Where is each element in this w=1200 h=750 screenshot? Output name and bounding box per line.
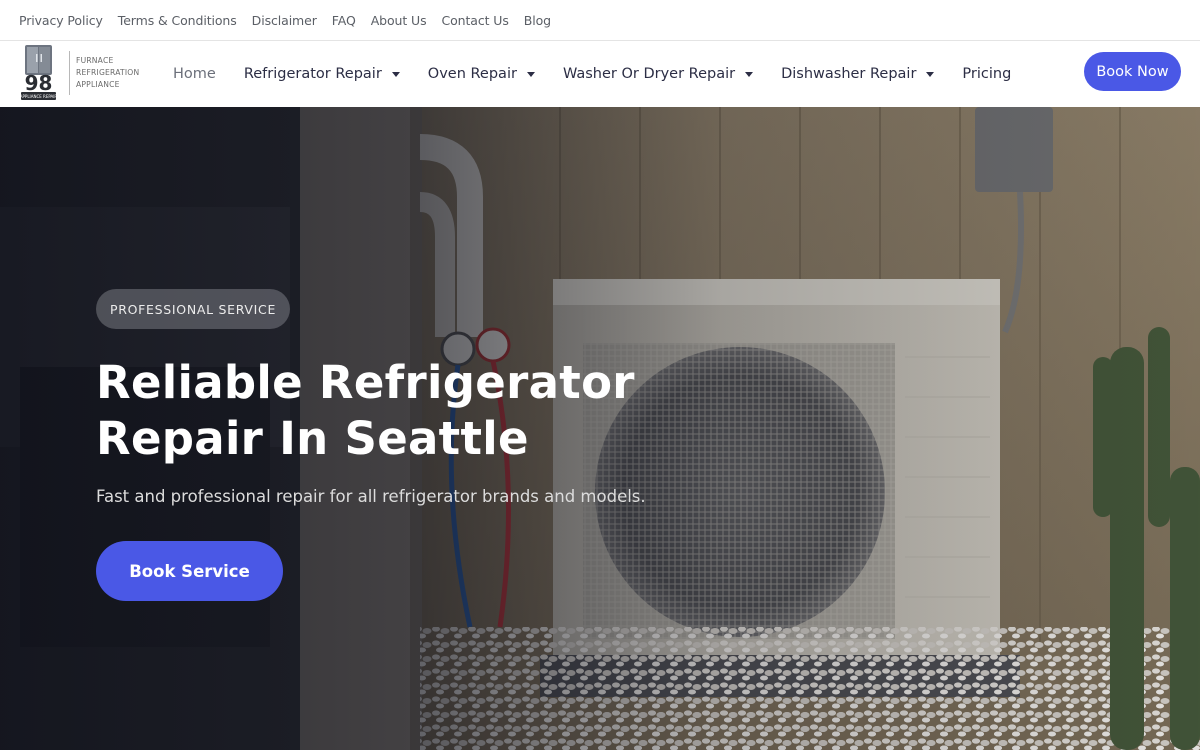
hero-title-line: Reliable Refrigerator xyxy=(96,356,635,409)
nav-item-label: Washer Or Dryer Repair xyxy=(562,66,736,82)
svg-text:98: 98 xyxy=(25,71,53,95)
hero-badge: PROFESSIONAL SERVICE xyxy=(96,289,291,329)
nav-item-pricing[interactable]: Pricing xyxy=(962,41,1011,107)
topbar-link-terms[interactable]: Terms & Conditions xyxy=(118,13,237,28)
fridge-logo-icon: 98 APPLIANCE REPAIR xyxy=(19,44,59,102)
logo-text: FURNACE REFRIGERATION APPLIANCE xyxy=(76,55,139,91)
topbar-link-privacy-policy[interactable]: Privacy Policy xyxy=(19,13,103,28)
top-utility-bar: Privacy Policy Terms & Conditions Discla… xyxy=(0,0,1200,41)
hero-title-line: Repair In Seattle xyxy=(96,412,529,465)
logo-line: REFRIGERATION xyxy=(76,68,140,77)
nav-item-washer-dryer-repair[interactable]: Washer Or Dryer Repair xyxy=(562,41,754,107)
nav-item-refrigerator-repair[interactable]: Refrigerator Repair xyxy=(244,41,400,107)
chevron-down-icon xyxy=(526,71,535,77)
topbar-link-about-us[interactable]: About Us xyxy=(371,13,427,28)
logo-line: APPLIANCE xyxy=(76,80,120,89)
chevron-down-icon xyxy=(745,71,754,77)
nav-item-label: Refrigerator Repair xyxy=(243,66,382,82)
nav-item-label: Dishwasher Repair xyxy=(781,66,917,82)
nav-item-label: Oven Repair xyxy=(427,66,517,82)
hero-section: PROFESSIONAL SERVICE Reliable Refrigerat… xyxy=(0,107,1200,750)
book-service-button[interactable]: Book Service xyxy=(96,541,283,601)
site-header: 98 APPLIANCE REPAIR FURNACE REFRIGERATIO… xyxy=(0,41,1200,107)
topbar-link-disclaimer[interactable]: Disclaimer xyxy=(252,13,317,28)
hero-title: Reliable Refrigerator Repair In Seattle xyxy=(96,355,716,467)
topbar-link-contact-us[interactable]: Contact Us xyxy=(442,13,509,28)
nav-item-home[interactable]: Home xyxy=(173,41,216,107)
topbar-link-faq[interactable]: FAQ xyxy=(332,13,356,28)
book-now-button[interactable]: Book Now xyxy=(1084,52,1181,91)
hero-subtitle: Fast and professional repair for all ref… xyxy=(96,487,646,506)
nav-item-label: Pricing xyxy=(962,66,1012,82)
nav-item-oven-repair[interactable]: Oven Repair xyxy=(428,41,535,107)
chevron-down-icon xyxy=(391,71,400,77)
svg-text:APPLIANCE REPAIR: APPLIANCE REPAIR xyxy=(20,94,58,99)
nav-item-dishwasher-repair[interactable]: Dishwasher Repair xyxy=(781,41,935,107)
topbar-link-blog[interactable]: Blog xyxy=(524,13,551,28)
nav-item-label: Home xyxy=(173,66,216,82)
chevron-down-icon xyxy=(926,71,935,77)
logo-divider xyxy=(69,51,70,95)
logo-line: FURNACE xyxy=(76,56,114,65)
site-logo[interactable]: 98 APPLIANCE REPAIR FURNACE REFRIGERATIO… xyxy=(19,43,154,103)
main-nav: Home Refrigerator Repair Oven Repair Was… xyxy=(173,41,1039,107)
